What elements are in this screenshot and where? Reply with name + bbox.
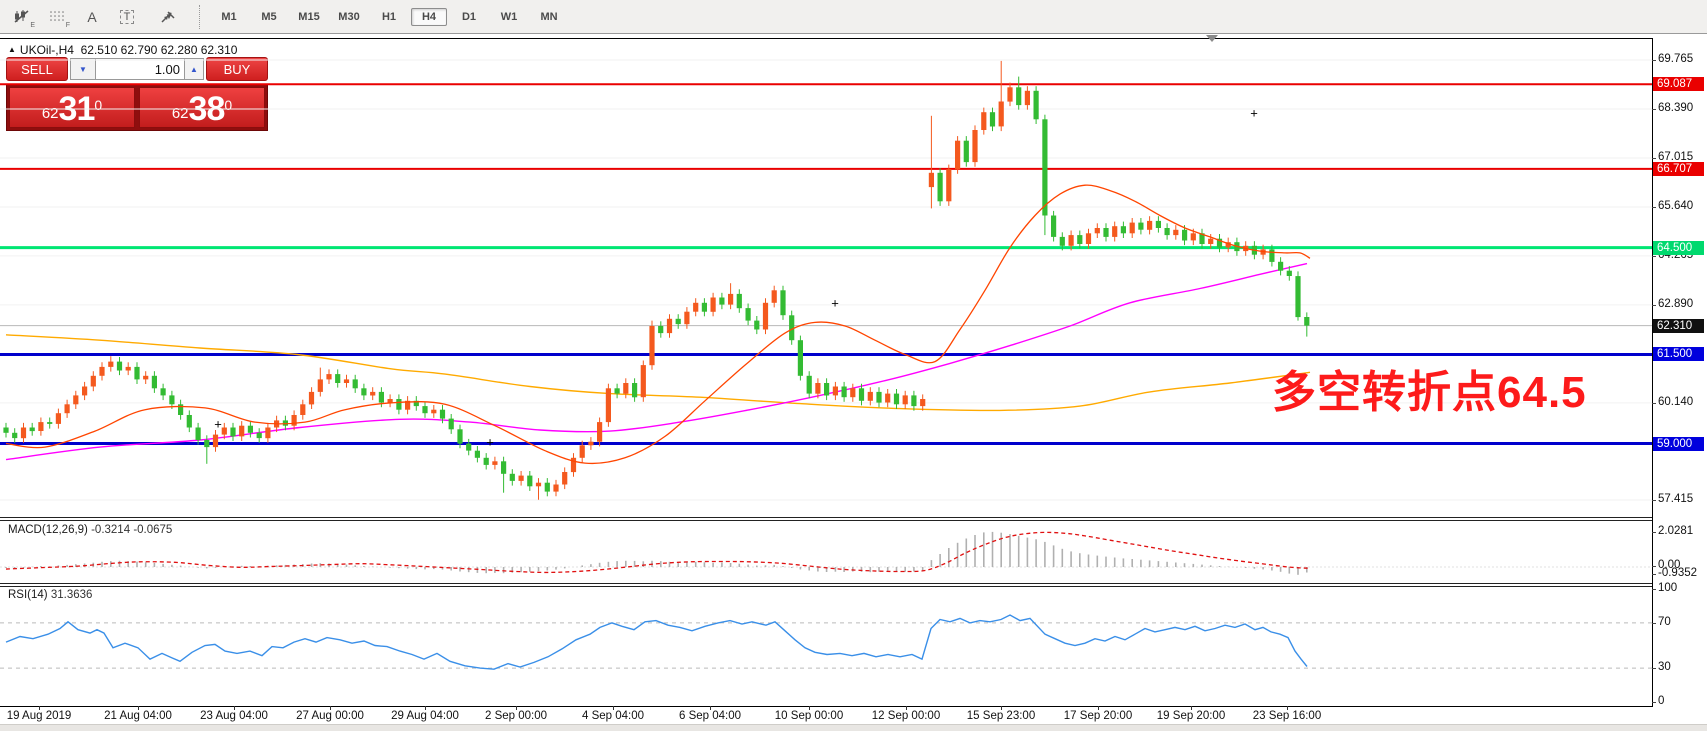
- chart-text-annotation[interactable]: 多空转折点64.5: [1272, 356, 1587, 420]
- time-axis-label: 23 Aug 04:00: [200, 710, 268, 722]
- chart-edit-icon[interactable]: E: [9, 6, 35, 28]
- axis-tick-mark: [1652, 500, 1656, 501]
- time-axis-label: 17 Sep 20:00: [1064, 710, 1132, 722]
- time-axis-label: 10 Sep 00:00: [775, 710, 843, 722]
- price-axis-label: 69.765: [1658, 53, 1693, 65]
- time-axis-label: 23 Sep 16:00: [1253, 710, 1321, 722]
- axis-tick-mark: [1652, 574, 1656, 575]
- axis-tick-mark: [1652, 403, 1656, 404]
- axis-tick-mark: [1652, 623, 1656, 624]
- price-level-badge: 69.087: [1653, 77, 1704, 91]
- axis-tick-mark: [1652, 207, 1656, 208]
- time-axis-line: [0, 706, 1652, 707]
- toolbar: E F A T ▼ M1M5M15M30H1H4D1W1MN: [0, 0, 1707, 34]
- time-axis-label: 21 Aug 04:00: [104, 710, 172, 722]
- axis-tick-mark: [1652, 532, 1656, 533]
- price-level-badge: 61.500: [1653, 347, 1704, 361]
- timeframe-H4[interactable]: H4: [411, 8, 447, 26]
- price-axis-label: 62.890: [1658, 298, 1693, 310]
- time-axis-label: 4 Sep 04:00: [582, 710, 644, 722]
- rsi-axis-label: 70: [1658, 616, 1671, 628]
- window-bottom-strip: [0, 724, 1707, 731]
- icon-sub-label: E: [30, 22, 35, 29]
- macd-axis-label: -0.9352: [1658, 567, 1697, 579]
- time-axis-label: 6 Sep 04:00: [679, 710, 741, 722]
- icon-sub-label: F: [66, 22, 70, 29]
- timeframe-MN[interactable]: MN: [531, 8, 567, 26]
- rsi-axis-label: 30: [1658, 661, 1671, 673]
- timeframe-M30[interactable]: M30: [331, 8, 367, 26]
- axis-tick-mark: [1652, 158, 1656, 159]
- axis-tick-mark: [1652, 702, 1656, 703]
- trading-terminal-window: E F A T ▼ M1M5M15M30H1H4D1W1MN ▲UKOil-,H…: [0, 0, 1707, 731]
- rsi-panel[interactable]: [0, 587, 1652, 706]
- timeframe-W1[interactable]: W1: [491, 8, 527, 26]
- arrow-objects-icon[interactable]: ▼: [149, 6, 187, 28]
- price-axis-label: 65.640: [1658, 200, 1693, 212]
- price-axis-label: 60.140: [1658, 396, 1693, 408]
- time-axis-label: 29 Aug 04:00: [391, 710, 459, 722]
- rsi-axis-label: 100: [1658, 582, 1677, 594]
- text-box-icon[interactable]: T: [114, 6, 140, 28]
- timeframe-buttons: M1M5M15M30H1H4D1W1MN: [209, 8, 569, 26]
- price-level-badge: 62.310: [1653, 319, 1704, 333]
- axis-tick-mark: [1652, 305, 1656, 306]
- rsi-panel-separator[interactable]: [0, 583, 1652, 584]
- time-axis-label: 27 Aug 00:00: [296, 710, 364, 722]
- main-price-chart[interactable]: [0, 38, 1652, 517]
- cross-marker-icon[interactable]: +: [831, 296, 839, 311]
- axis-tick-mark: [1652, 60, 1656, 61]
- axis-tick-mark: [1652, 589, 1656, 590]
- cross-marker-icon[interactable]: +: [214, 417, 222, 432]
- macd-panel[interactable]: [0, 521, 1652, 583]
- price-level-badge: 59.000: [1653, 437, 1704, 451]
- rsi-axis-label: 0: [1658, 695, 1664, 707]
- axis-tick-mark: [1652, 256, 1656, 257]
- macd-axis-label: 2.0281: [1658, 525, 1693, 537]
- time-axis-label: 19 Aug 2019: [7, 710, 72, 722]
- timeframe-D1[interactable]: D1: [451, 8, 487, 26]
- grid-icon[interactable]: F: [44, 6, 70, 28]
- chart-right-border: [1652, 38, 1653, 707]
- cross-marker-icon[interactable]: +: [486, 435, 494, 450]
- price-axis-label: 57.415: [1658, 493, 1693, 505]
- price-level-badge: 66.707: [1653, 162, 1704, 176]
- time-axis-label: 12 Sep 00:00: [872, 710, 940, 722]
- price-level-badge: 64.500: [1653, 241, 1704, 255]
- timeframe-M5[interactable]: M5: [251, 8, 287, 26]
- price-axis-label: 68.390: [1658, 102, 1693, 114]
- time-axis-label: 15 Sep 23:00: [967, 710, 1035, 722]
- timeframe-M15[interactable]: M15: [291, 8, 327, 26]
- axis-tick-mark: [1652, 668, 1656, 669]
- axis-tick-mark: [1652, 109, 1656, 110]
- time-axis-label: 2 Sep 00:00: [485, 710, 547, 722]
- timeframe-H1[interactable]: H1: [371, 8, 407, 26]
- text-label-icon[interactable]: A: [79, 6, 105, 28]
- axis-tick-mark: [1652, 566, 1656, 567]
- toolbar-separator: [199, 5, 201, 29]
- timeframe-M1[interactable]: M1: [211, 8, 247, 26]
- cross-marker-icon[interactable]: +: [1250, 106, 1258, 121]
- time-axis-label: 19 Sep 20:00: [1157, 710, 1225, 722]
- macd-panel-separator[interactable]: [0, 517, 1652, 518]
